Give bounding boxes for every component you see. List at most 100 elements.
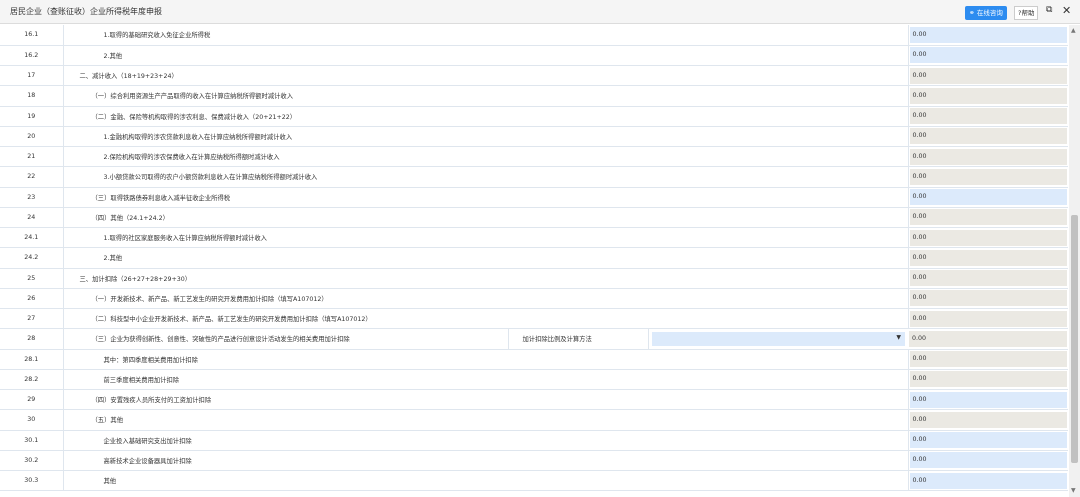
row-number: 29 [0, 389, 64, 411]
row-number: 20 [0, 126, 64, 148]
row-value-cell: 0.00 [908, 106, 1068, 127]
table-row: 30 （五）其他 0.00 [0, 409, 1068, 431]
amount-input[interactable]: 0.00 [909, 26, 1067, 43]
table-row: 18 （一）综合利用资源生产产品取得的收入在计算应纳税所得额时减计收入 0.00 [0, 85, 1068, 107]
scroll-up-icon[interactable]: ▲ [1071, 27, 1076, 34]
row-description: 1.金融机构取得的涉农贷款利息收入在计算应纳税所得额时减计收入 [63, 126, 909, 148]
row-number: 30.3 [0, 470, 64, 492]
row-value-cell: 0.00 [908, 389, 1068, 411]
deduction-method-label: 加计扣除比例及计算方法 [522, 336, 592, 344]
amount-input[interactable]: 0.00 [909, 47, 1067, 64]
row-number: 16.1 [0, 25, 64, 46]
table-row: 30.1 企业投入基础研究支出加计扣除 0.00 [0, 430, 1068, 451]
table-row: 16.2 2.其他 0.00 [0, 45, 1068, 67]
row-value-cell: 0.00 [908, 430, 1068, 451]
row-number: 26 [0, 288, 64, 310]
row-value-cell: 0.00 [908, 207, 1068, 229]
amount-readonly: 0.00 [909, 290, 1067, 307]
close-icon[interactable]: ✕ [1062, 4, 1071, 17]
amount-readonly: 0.00 [909, 270, 1067, 287]
online-consult-label: 在线咨询 [976, 9, 1003, 17]
row-number: 23 [0, 187, 64, 208]
row-description: 1.取得的社区家庭服务收入在计算应纳税所得额时减计收入 [63, 227, 909, 249]
row-number: 28.2 [0, 369, 64, 391]
amount-readonly: 0.00 [909, 310, 1067, 327]
row-value-cell: 0.00 [908, 349, 1068, 370]
row-number: 30.2 [0, 450, 64, 472]
window-restore-icon[interactable]: ⧉ [1046, 5, 1052, 15]
table-row: 26 （一）开发新技术、新产品、新工艺发生的研究开发费用加计扣除（填写A10701… [0, 288, 1068, 310]
table-row: 28 （三）企业为获得创新性、创意性、突破性的产品进行创意设计活动发生的相关费用加… [0, 328, 1068, 350]
amount-readonly: 0.00 [909, 229, 1067, 246]
amount-input[interactable]: 0.00 [909, 189, 1067, 206]
row-value-cell: 0.00 [908, 369, 1068, 391]
row-description: 二、减计收入（18+19+23+24） [63, 65, 909, 87]
page-title: 居民企业（查账征收）企业所得税年度申报 [10, 7, 162, 16]
row-value-cell: 0.00 [908, 409, 1068, 431]
scroll-down-icon[interactable]: ▼ [1071, 487, 1076, 494]
row-value-cell: 0.00 [908, 187, 1068, 208]
table-row: 21 2.保险机构取得的涉农保费收入在计算应纳税所得额时减计收入 0.00 [0, 146, 1068, 168]
amount-input[interactable]: 0.00 [909, 432, 1067, 449]
row-number: 24 [0, 207, 64, 229]
row-description: 前三季度相关费用加计扣除 [63, 369, 909, 391]
table-row: 19 （二）金融、保险等机构取得的涉农利息、保费减计收入（20+21+22） 0.0… [0, 106, 1068, 127]
row-number: 22 [0, 166, 64, 188]
row-value-cell: 0.00 [908, 25, 1068, 46]
row-description: （二）金融、保险等机构取得的涉农利息、保费减计收入（20+21+22） [63, 106, 909, 127]
row-description: 高新技术企业设备器具加计扣除 [63, 450, 909, 472]
row-value-cell: 0.00 [908, 247, 1068, 269]
row-value-cell: 0.00 [908, 126, 1068, 148]
row-number: 25 [0, 268, 64, 289]
online-consult-button[interactable]: ⚭ 在线咨询 [965, 6, 1007, 20]
row-value-cell: 0.00 [908, 166, 1068, 188]
amount-input[interactable]: 0.00 [909, 472, 1067, 489]
row-number: 27 [0, 308, 64, 330]
amount-readonly: 0.00 [909, 108, 1067, 125]
row-number: 16.2 [0, 45, 64, 67]
headset-icon: ⚭ [969, 9, 975, 17]
amount-readonly: 0.00 [909, 249, 1067, 266]
table-row: 17 二、减计收入（18+19+23+24） 0.00 [0, 65, 1068, 87]
row-description: 其他 [63, 470, 909, 492]
row-value-cell: 0.00 [908, 288, 1068, 310]
amount-readonly: 0.00 [909, 330, 1067, 347]
deduction-method-select[interactable]: ▼ [651, 331, 905, 346]
amount-readonly: 0.00 [909, 209, 1067, 226]
row-number: 21 [0, 146, 64, 168]
row-description: （三）企业为获得创新性、创意性、突破性的产品进行创意设计活动发生的相关费用加计扣… [91, 336, 350, 344]
row-description: 2.其他 [63, 247, 909, 269]
row-number: 30.1 [0, 430, 64, 451]
row-description: 1.取得的基础研究收入免征企业所得税 [63, 25, 909, 46]
vertical-scrollbar[interactable]: ▲ ▼ [1069, 25, 1080, 497]
amount-readonly: 0.00 [909, 411, 1067, 428]
row-description: （二）科技型中小企业开发新技术、新产品、新工艺发生的研究开发费用加计扣除（填写A… [63, 308, 909, 330]
table-row: 29 （四）安置残疾人员所支付的工资加计扣除 0.00 [0, 389, 1068, 411]
amount-readonly: 0.00 [909, 168, 1067, 185]
row-description: 其中：第四季度相关费用加计扣除 [63, 349, 909, 370]
table-row: 24 （四）其他（24.1+24.2） 0.00 [0, 207, 1068, 229]
row-description: （四）安置残疾人员所支付的工资加计扣除 [63, 389, 909, 411]
row-number: 17 [0, 65, 64, 87]
table-row: 30.3 其他 0.00 [0, 470, 1068, 492]
table-row: 24.1 1.取得的社区家庭服务收入在计算应纳税所得额时减计收入 0.00 [0, 227, 1068, 249]
row-value-cell: 0.00 [908, 85, 1068, 107]
row-description: 3.小额贷款公司取得的农户小额贷款利息收入在计算应纳税所得额时减计收入 [63, 166, 909, 188]
row-value-cell: 0.00 [908, 450, 1068, 472]
row-number: 19 [0, 106, 64, 127]
table-row: 28.2 前三季度相关费用加计扣除 0.00 [0, 369, 1068, 391]
table-row: 24.2 2.其他 0.00 [0, 247, 1068, 269]
table-row: 28.1 其中：第四季度相关费用加计扣除 0.00 [0, 349, 1068, 370]
row-description: （一）综合利用资源生产产品取得的收入在计算应纳税所得额时减计收入 [63, 85, 909, 107]
amount-input[interactable]: 0.00 [909, 452, 1067, 469]
row-value-cell: 0.00 [908, 227, 1068, 249]
amount-input[interactable]: 0.00 [909, 391, 1067, 408]
scroll-thumb[interactable] [1071, 215, 1078, 463]
row-value-cell: 0.00 [908, 146, 1068, 168]
table-row: 30.2 高新技术企业设备器具加计扣除 0.00 [0, 450, 1068, 472]
declaration-table: 16.1 1.取得的基础研究收入免征企业所得税 0.00 16.2 2.其他 0.00 17… [0, 25, 1068, 497]
help-button[interactable]: ?帮助 [1014, 6, 1039, 20]
row-description: （三）取得铁路债券利息收入减半征收企业所得税 [63, 187, 909, 208]
table-row: 23 （三）取得铁路债券利息收入减半征收企业所得税 0.00 [0, 187, 1068, 208]
row-description-cell: （三）企业为获得创新性、创意性、突破性的产品进行创意设计活动发生的相关费用加计扣… [63, 328, 908, 350]
